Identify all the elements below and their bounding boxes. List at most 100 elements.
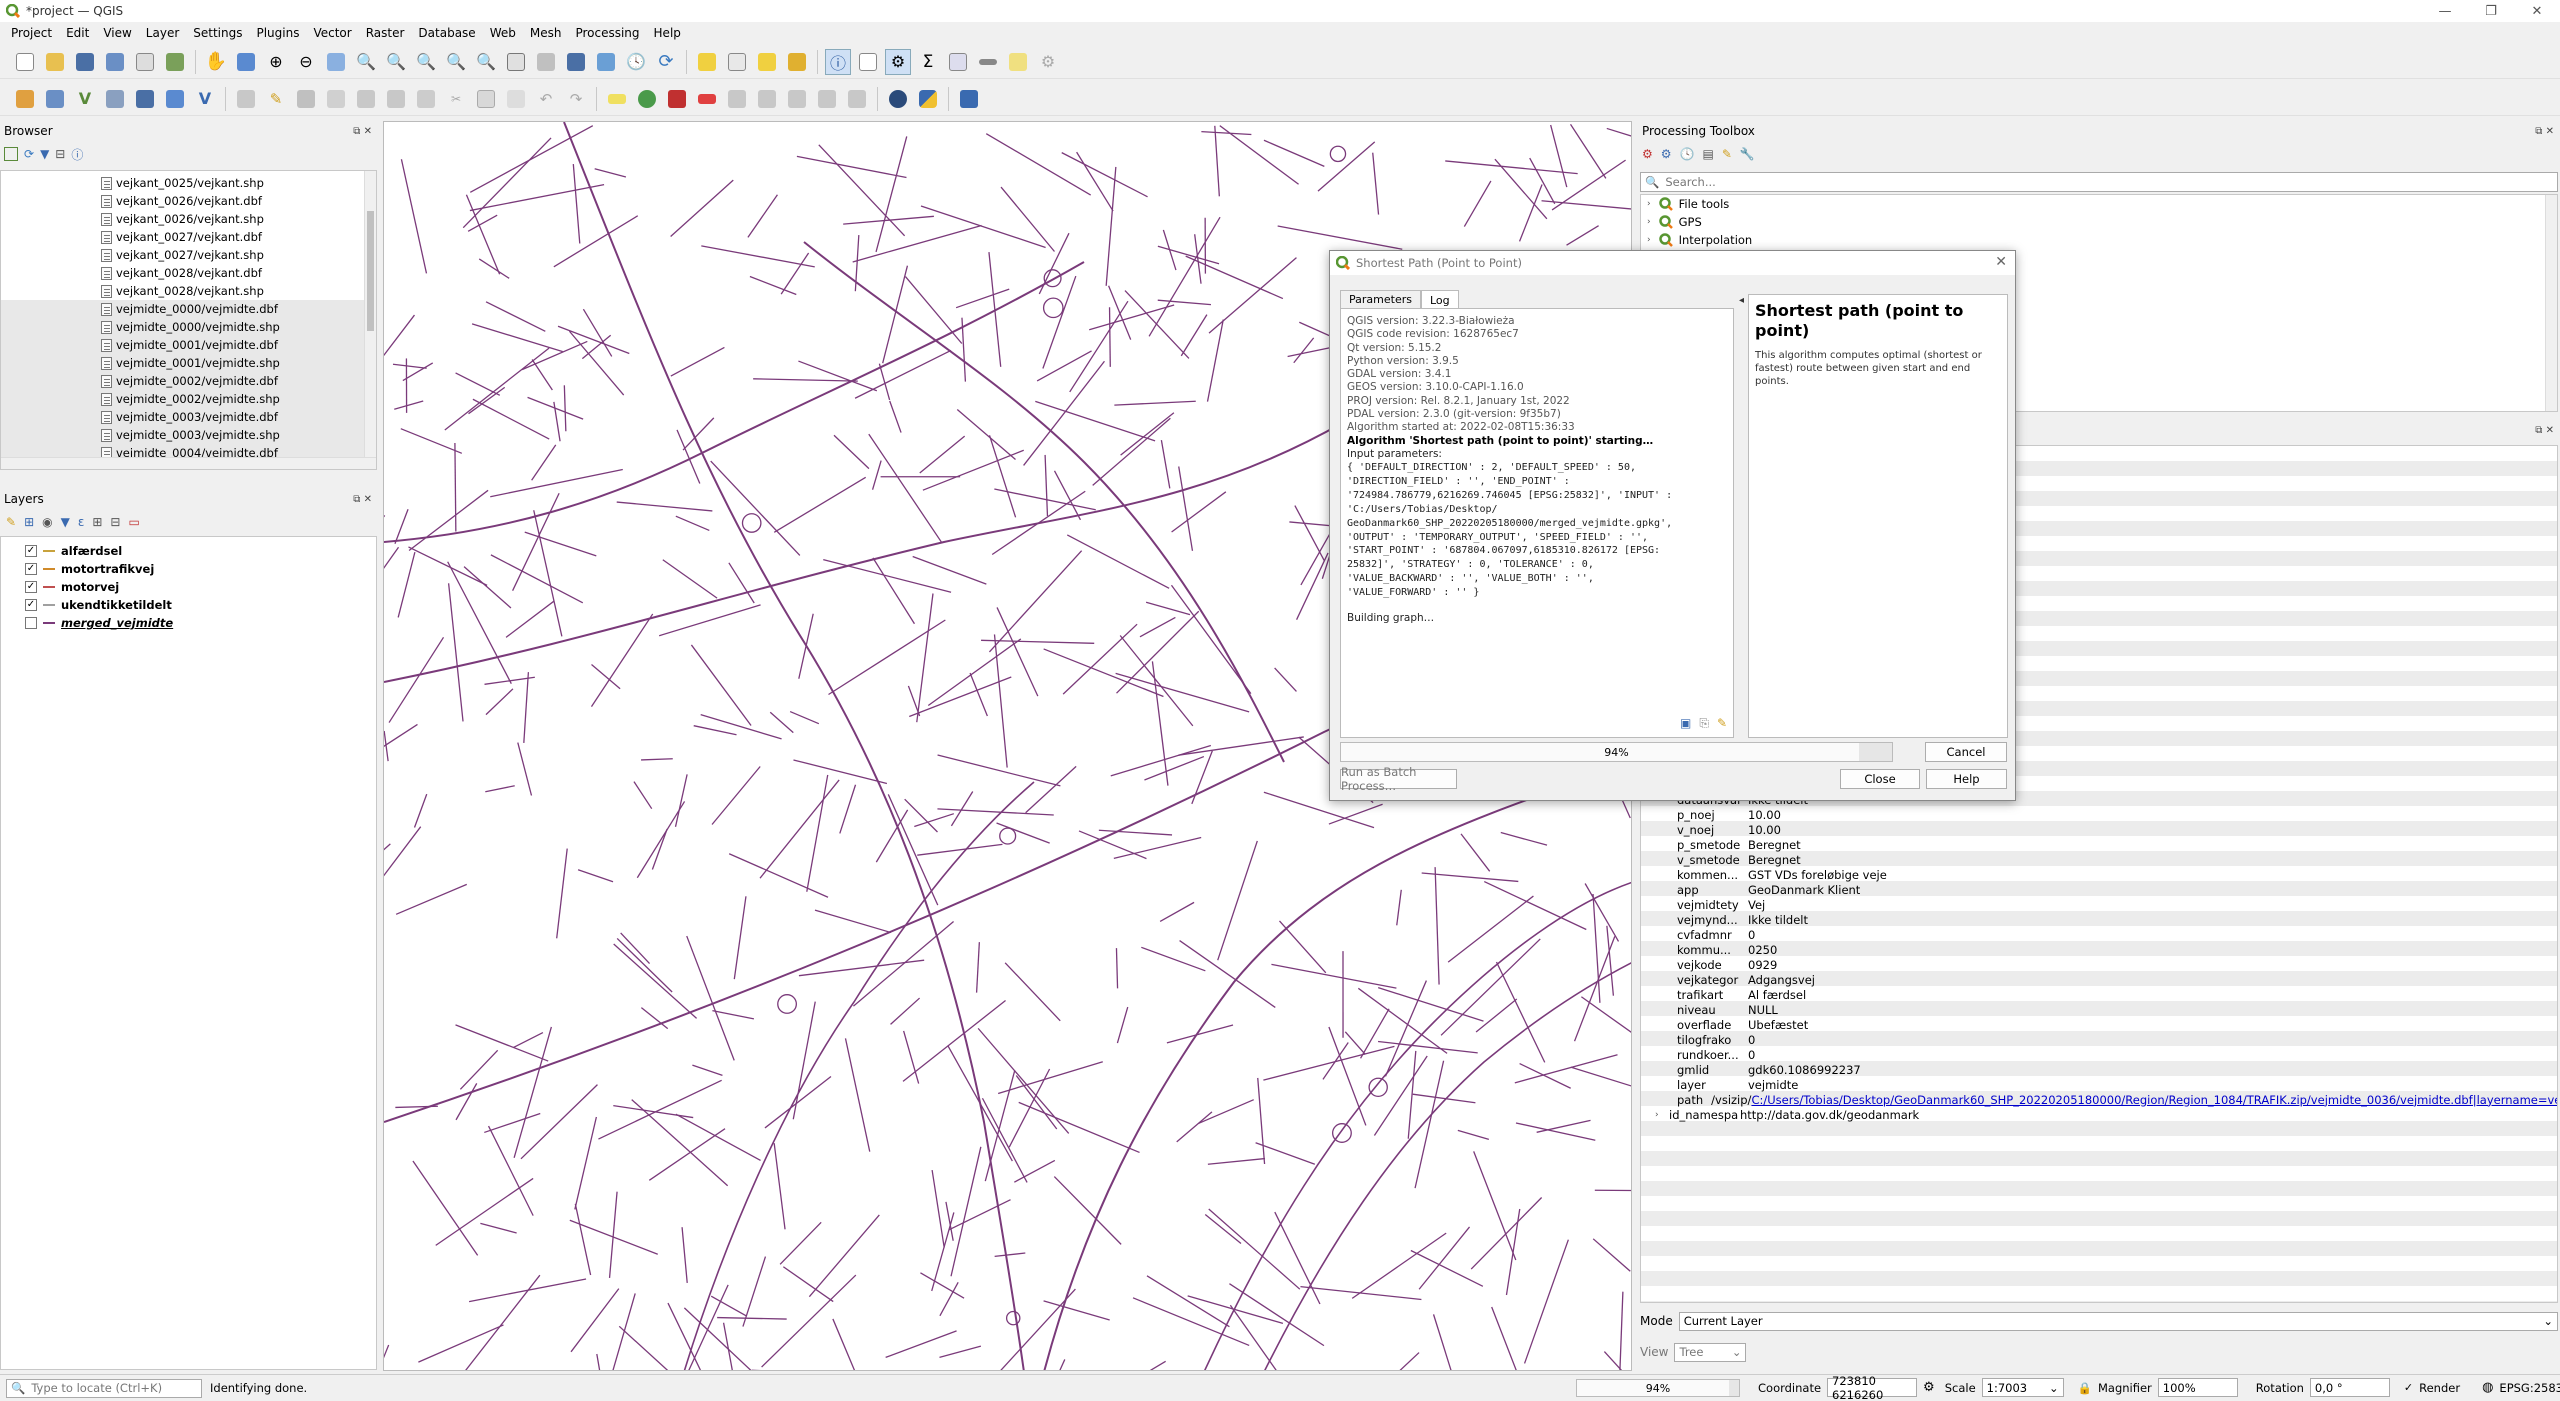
coordinate-field[interactable]: 723810 6216260 bbox=[1827, 1374, 1918, 1401]
zoom-in-icon[interactable]: ⊕ bbox=[263, 49, 289, 75]
attribute-row-namespace[interactable]: › id_namespa http://data.gov.dk/geodanmark bbox=[1641, 1107, 2557, 1122]
options-icon[interactable]: 🔧 bbox=[1740, 147, 1755, 161]
browser-item[interactable]: vejmidte_0003/vejmidte.shp bbox=[1, 426, 376, 444]
chevron-right-icon[interactable]: › bbox=[1647, 235, 1651, 245]
layer-item[interactable]: ✓ motorvej bbox=[25, 578, 376, 596]
processing-toolbox-icon[interactable]: ⚙ bbox=[885, 48, 911, 75]
add-raster-layer-icon[interactable] bbox=[162, 86, 188, 112]
statistical-summary-icon[interactable]: Σ bbox=[915, 49, 941, 75]
select-features-icon[interactable] bbox=[694, 49, 720, 75]
models-icon[interactable]: ⚙ bbox=[1642, 147, 1653, 161]
browser-item[interactable]: vejmidte_0001/vejmidte.dbf bbox=[1, 336, 376, 354]
filter-browser-icon[interactable]: ▼ bbox=[40, 147, 49, 161]
cancel-button[interactable]: Cancel bbox=[1925, 742, 2007, 762]
bookmark-icon[interactable] bbox=[563, 49, 589, 75]
delete-selected-icon[interactable] bbox=[413, 86, 439, 112]
browser-item[interactable]: vejmidte_0002/vejmidte.shp bbox=[1, 390, 376, 408]
select-value-icon[interactable] bbox=[724, 49, 750, 75]
select-location-icon[interactable] bbox=[784, 49, 810, 75]
results-viewer-icon[interactable]: ▤ bbox=[1702, 147, 1713, 161]
tab-parameters[interactable]: Parameters bbox=[1340, 290, 1421, 309]
processing-scrollbar[interactable] bbox=[2545, 195, 2557, 411]
temporal-controller-icon[interactable]: 🕓 bbox=[623, 49, 649, 75]
zoom-out-icon[interactable]: ⊖ bbox=[293, 49, 319, 75]
menu-settings[interactable]: Settings bbox=[186, 26, 249, 40]
plugin-globe-icon[interactable] bbox=[885, 86, 911, 112]
attribute-row[interactable]: app GeoDanmark Klient bbox=[1641, 882, 2557, 897]
zoom-layer-icon[interactable]: 🔍 bbox=[383, 49, 409, 75]
layer-item[interactable]: ✓ alfærdsel bbox=[25, 542, 376, 560]
processing-provider-item[interactable]: › GPS bbox=[1641, 213, 2557, 231]
print-layout-icon[interactable] bbox=[132, 49, 158, 75]
browser-item[interactable]: vejkant_0028/vejkant.dbf bbox=[1, 264, 376, 282]
attribute-row[interactable]: v_smetode Beregnet bbox=[1641, 852, 2557, 867]
menu-project[interactable]: Project bbox=[4, 26, 59, 40]
menu-edit[interactable]: Edit bbox=[59, 26, 96, 40]
browser-item[interactable]: vejkant_0026/vejkant.dbf bbox=[1, 192, 376, 210]
help-icon[interactable] bbox=[956, 86, 982, 112]
zoom-native-icon[interactable]: 🔍 bbox=[413, 49, 439, 75]
attribute-row[interactable]: v_noej 10.00 bbox=[1641, 822, 2557, 837]
new-project-icon[interactable] bbox=[12, 49, 38, 75]
menu-database[interactable]: Database bbox=[411, 26, 482, 40]
menu-web[interactable]: Web bbox=[483, 26, 523, 40]
edit-features-in-place-icon[interactable]: ✎ bbox=[1722, 147, 1732, 161]
attribute-table-icon[interactable] bbox=[855, 49, 881, 75]
layer-styling-icon[interactable]: ✎ bbox=[6, 515, 16, 529]
layer-diagram-icon[interactable] bbox=[634, 86, 660, 112]
new-3d-view-icon[interactable] bbox=[533, 49, 559, 75]
layer-visibility-checkbox[interactable]: ✓ bbox=[25, 545, 37, 557]
close-button[interactable]: Close bbox=[1840, 769, 1920, 789]
remove-layer-icon[interactable]: ▭ bbox=[128, 515, 139, 529]
menu-help[interactable]: Help bbox=[647, 26, 688, 40]
restore-icon[interactable]: ❐ bbox=[2468, 0, 2514, 22]
attribute-row[interactable]: overflade Ubefæstet bbox=[1641, 1017, 2557, 1032]
browser-hscrollbar[interactable] bbox=[1, 457, 376, 469]
measure-line-icon[interactable] bbox=[975, 49, 1001, 75]
zoom-last-icon[interactable]: 🔍 bbox=[443, 49, 469, 75]
open-project-icon[interactable] bbox=[42, 49, 68, 75]
save-log-icon[interactable]: ▣ bbox=[1680, 716, 1691, 731]
add-virtual-layer-icon[interactable]: V bbox=[192, 86, 218, 112]
render-checkbox-icon[interactable]: ✓ bbox=[2404, 1381, 2413, 1394]
run-batch-button[interactable]: Run as Batch Process… bbox=[1340, 765, 1457, 793]
filter-expression-icon[interactable]: ε bbox=[78, 515, 85, 529]
layer-item[interactable]: merged_vejmidte bbox=[25, 614, 376, 632]
attribute-row[interactable]: gmlid gdk60.1086992237 bbox=[1641, 1062, 2557, 1077]
cut-features-icon[interactable]: ✂ bbox=[443, 86, 469, 112]
label-toolbar-icon[interactable] bbox=[604, 86, 630, 112]
digitize-icon[interactable] bbox=[323, 86, 349, 112]
browser-item[interactable]: vejkant_0025/vejkant.shp bbox=[1, 174, 376, 192]
browser-item[interactable]: vejmidte_0001/vejmidte.shp bbox=[1, 354, 376, 372]
pan-map-icon[interactable]: ✋ bbox=[203, 49, 229, 75]
toggle-editing-icon[interactable]: ✎ bbox=[263, 86, 289, 112]
browser-item[interactable]: vejkant_0027/vejkant.shp bbox=[1, 246, 376, 264]
scale-select[interactable]: 1:7003 ⌄ bbox=[1981, 1378, 2064, 1397]
magnifier-spinbox[interactable]: 100% bbox=[2157, 1378, 2238, 1397]
browser-item[interactable]: vejmidte_0000/vejmidte.shp bbox=[1, 318, 376, 336]
vertex-tool-icon[interactable] bbox=[353, 86, 379, 112]
new-map-view-icon[interactable] bbox=[503, 49, 529, 75]
open-field-calculator-icon[interactable] bbox=[945, 49, 971, 75]
layer-item[interactable]: ✓ motortrafikvej bbox=[25, 560, 376, 578]
minimize-icon[interactable]: — bbox=[2422, 0, 2468, 22]
identify-features-icon[interactable]: ⓘ bbox=[825, 48, 851, 75]
lock-scale-icon[interactable]: 🔒 bbox=[2078, 1381, 2092, 1395]
style-manager-icon[interactable] bbox=[162, 49, 188, 75]
save-project-icon[interactable] bbox=[72, 49, 98, 75]
panel-controls-icon[interactable]: ⧉ ✕ bbox=[353, 126, 378, 137]
properties-icon[interactable]: ⓘ bbox=[71, 146, 83, 163]
layer-visibility-checkbox[interactable]: ✓ bbox=[25, 599, 37, 611]
rotation-spinbox[interactable]: 0,0 ° bbox=[2309, 1378, 2390, 1397]
scripts-icon[interactable]: ⚙ bbox=[1661, 147, 1672, 161]
help-button[interactable]: Help bbox=[1926, 769, 2007, 789]
processing-panel-controls-icon[interactable]: ⧉ ✕ bbox=[2535, 126, 2560, 137]
add-group-icon[interactable]: ⊞ bbox=[24, 515, 34, 529]
attribute-row[interactable]: p_noej 10.00 bbox=[1641, 807, 2557, 822]
move-label-icon[interactable] bbox=[754, 86, 780, 112]
layer-visibility-checkbox[interactable]: ✓ bbox=[25, 563, 37, 575]
attribute-row-path[interactable]: path/vsizip/C:/Users/Tobias/Desktop/GeoD… bbox=[1641, 1092, 2557, 1107]
browser-item[interactable]: vejmidte_0000/vejmidte.dbf bbox=[1, 300, 376, 318]
manage-themes-icon[interactable]: ◉ bbox=[42, 515, 52, 529]
attribute-row[interactable]: p_smetode Beregnet bbox=[1641, 837, 2557, 852]
